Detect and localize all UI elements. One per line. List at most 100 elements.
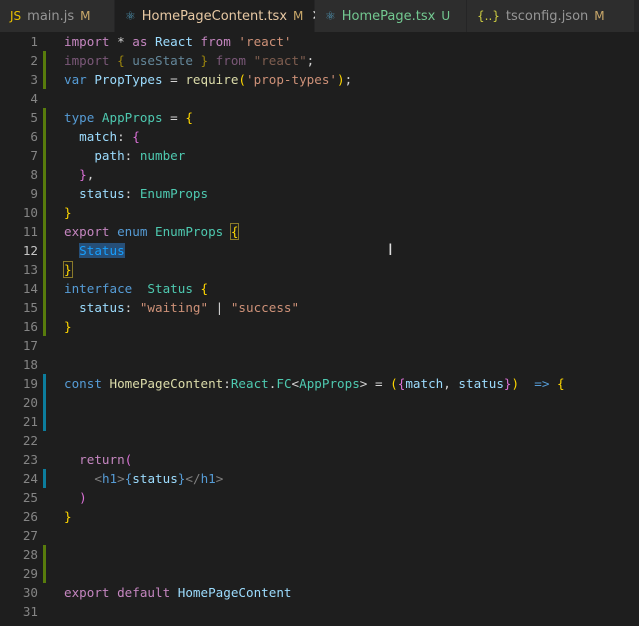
code-line[interactable]: 11 export enum EnumProps { (0, 222, 639, 241)
git-status-badge: M (594, 9, 605, 23)
code-line[interactable]: 24 <h1>{status}</h1> (0, 469, 639, 488)
code-token: } (63, 261, 73, 278)
git-added-marker[interactable] (43, 51, 46, 70)
code-line[interactable]: 10} (0, 203, 639, 222)
code-line[interactable]: 14 interface Status { (0, 279, 639, 298)
code-line[interactable]: 22 (0, 431, 639, 450)
git-added-marker[interactable] (43, 165, 46, 184)
git-added-marker[interactable] (43, 108, 46, 127)
code-line[interactable]: 15 status: "waiting" | "success" (0, 298, 639, 317)
git-added-marker[interactable] (43, 222, 46, 241)
code-line[interactable]: 13} (0, 260, 639, 279)
code-token: ) (337, 72, 345, 87)
code-token: Status (132, 281, 201, 296)
line-number: 29 (22, 566, 38, 581)
code-token: { (200, 281, 209, 296)
git-modified-marker[interactable] (43, 374, 46, 393)
code-line[interactable]: 26} (0, 507, 639, 526)
code-line[interactable]: 1 import * as React from 'react' (0, 32, 639, 51)
tab-homepagecontent-tsx[interactable]: ⚛HomePageContent.tsxM✕ (115, 0, 323, 32)
code-line[interactable]: 28 (0, 545, 639, 564)
tab-homepage-tsx[interactable]: ⚛ HomePage.tsx U (315, 0, 467, 32)
git-added-marker[interactable] (43, 184, 46, 203)
code-line[interactable]: 12 Status (0, 241, 639, 260)
code-token: status (64, 300, 125, 315)
code-line[interactable]: 17 (0, 336, 639, 355)
tab-bar: JSmain.jsM⚛HomePageContent.tsxM✕⚛HomePag… (0, 0, 639, 32)
line-code: status: "waiting" | "success" (64, 298, 299, 317)
git-modified-marker[interactable] (43, 412, 46, 431)
git-modified-marker[interactable] (43, 469, 46, 488)
line-number: 4 (30, 91, 38, 106)
git-added-marker[interactable] (43, 298, 46, 317)
code-line[interactable]: 3 var PropTypes = require('prop-types'); (0, 70, 639, 89)
tab-main-js[interactable]: JS main.js M (0, 0, 115, 32)
tab-tsconfig-json[interactable]: {..} tsconfig.json M (467, 0, 635, 32)
code-line[interactable]: 9 status: EnumProps (0, 184, 639, 203)
line-code: export enum EnumProps { (64, 222, 240, 241)
code-line[interactable]: 8 }, (0, 165, 639, 184)
line-code: path: number (64, 146, 185, 165)
code-line[interactable]: 2 import { useState } from "react"; (0, 51, 639, 70)
git-added-marker[interactable] (43, 203, 46, 222)
js-file-icon: JS (10, 9, 22, 23)
code-token: } (503, 376, 512, 391)
git-added-marker[interactable] (43, 279, 46, 298)
json-file-icon: {..} (477, 9, 500, 23)
git-status-badge: M (293, 9, 304, 23)
code-token: } (200, 53, 209, 68)
code-line[interactable]: 4 (0, 89, 639, 108)
code-token: as (132, 34, 148, 49)
code-token: : (124, 300, 140, 315)
code-line[interactable]: 31 (0, 602, 639, 621)
code-token: PropTypes (86, 72, 171, 87)
code-line[interactable]: 7 path: number (0, 146, 639, 165)
code-line[interactable]: 6 match: { (0, 127, 639, 146)
line-code: Status (64, 241, 125, 260)
code-line[interactable]: 5 type AppProps = { (0, 108, 639, 127)
line-number: 2 (30, 53, 38, 68)
code-line[interactable]: 21 (0, 412, 639, 431)
code-token: : (124, 186, 140, 201)
code-line[interactable]: 27 (0, 526, 639, 545)
git-status-badge: M (80, 9, 91, 23)
code-token: require (185, 72, 239, 87)
code-token: < (291, 376, 300, 391)
line-number: 27 (22, 528, 38, 543)
git-added-marker[interactable] (43, 260, 46, 279)
code-line[interactable]: 30 export default HomePageContent (0, 583, 639, 602)
code-editor[interactable]: 1 import * as React from 'react' 2 import {… (0, 32, 639, 621)
code-line[interactable]: 18 (0, 355, 639, 374)
code-token: { (185, 110, 193, 125)
git-added-marker[interactable] (43, 146, 46, 165)
code-token: number (139, 148, 186, 163)
code-token: default (109, 585, 171, 600)
line-code: var PropTypes = require('prop-types'); (64, 70, 352, 89)
code-line[interactable]: 19 const HomePageContent:React.FC<AppProp… (0, 374, 639, 393)
git-added-marker[interactable] (43, 70, 46, 89)
git-added-marker[interactable] (43, 545, 46, 564)
line-number: 23 (22, 452, 38, 467)
git-added-marker[interactable] (43, 241, 46, 260)
line-code: } (64, 203, 72, 222)
git-added-marker[interactable] (43, 127, 46, 146)
code-line[interactable]: 23 return( (0, 450, 639, 469)
code-token: ( (238, 72, 246, 87)
code-line[interactable]: 20 (0, 393, 639, 412)
git-status-badge: U (441, 9, 451, 23)
line-number: 20 (22, 395, 38, 410)
code-token: h1 (101, 471, 118, 486)
tab-label: tsconfig.json (505, 8, 589, 24)
code-line[interactable]: 29 (0, 564, 639, 583)
line-number: 14 (22, 281, 38, 296)
git-modified-marker[interactable] (43, 393, 46, 412)
code-token: HomePageContent (101, 376, 224, 391)
code-line[interactable]: 16} (0, 317, 639, 336)
code-line[interactable]: 25 ) (0, 488, 639, 507)
line-code: import { useState } from "react"; (64, 51, 314, 70)
git-added-marker[interactable] (43, 317, 46, 336)
git-added-marker[interactable] (43, 564, 46, 583)
code-token: "waiting" (139, 300, 209, 315)
code-token: match (405, 376, 444, 391)
